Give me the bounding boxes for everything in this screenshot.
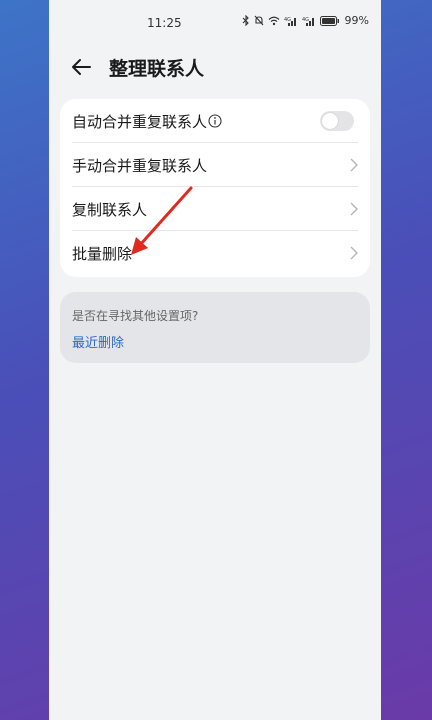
- row-label-manual-merge: 手动合并重复联系人: [72, 157, 208, 175]
- battery-level: 99%: [344, 14, 369, 27]
- auto-merge-toggle[interactable]: [320, 111, 354, 131]
- phone-screen: 11:25 4G 4G 99% 整理联系人 自动合并重复联系人 手动合并重复联系…: [49, 0, 381, 720]
- status-time: 11:25: [147, 16, 182, 30]
- toggle-knob: [322, 113, 338, 129]
- row-label-batch-delete: 批量删除: [72, 245, 133, 263]
- row-manual-merge[interactable]: 手动合并重复联系人: [60, 143, 370, 187]
- svg-text:4G: 4G: [284, 17, 291, 23]
- row-batch-delete[interactable]: 批量删除: [60, 231, 370, 275]
- chevron-right-icon: [350, 202, 358, 216]
- info-icon[interactable]: [208, 114, 222, 128]
- battery-icon: [319, 15, 339, 26]
- bluetooth-icon: [242, 15, 249, 26]
- signal-icon: 4G: [284, 17, 296, 26]
- back-arrow-icon[interactable]: [69, 55, 93, 79]
- status-icons: 4G 4G 99%: [242, 14, 369, 27]
- row-label-copy-contacts: 复制联系人: [72, 201, 148, 219]
- signal-icon-2: 4G: [302, 17, 314, 26]
- settings-card: 自动合并重复联系人 手动合并重复联系人 复制联系人 批量删除: [60, 99, 370, 277]
- mute-bell-icon: [254, 15, 263, 26]
- status-bar: 11:25 4G 4G 99%: [49, 0, 381, 46]
- page-title: 整理联系人: [109, 58, 205, 80]
- chevron-right-icon: [350, 246, 358, 260]
- suggestion-question: 是否在寻找其他设置项?: [72, 309, 199, 323]
- page-header: 整理联系人: [49, 46, 381, 86]
- recently-deleted-link[interactable]: 最近删除: [72, 332, 124, 351]
- svg-text:4G: 4G: [302, 17, 309, 23]
- wifi-icon: [268, 16, 279, 25]
- row-copy-contacts[interactable]: 复制联系人: [60, 187, 370, 231]
- row-label-auto-merge: 自动合并重复联系人: [72, 113, 208, 131]
- row-auto-merge: 自动合并重复联系人: [60, 99, 370, 143]
- chevron-right-icon: [350, 158, 358, 172]
- suggestion-card: 是否在寻找其他设置项? 最近删除: [60, 292, 370, 363]
